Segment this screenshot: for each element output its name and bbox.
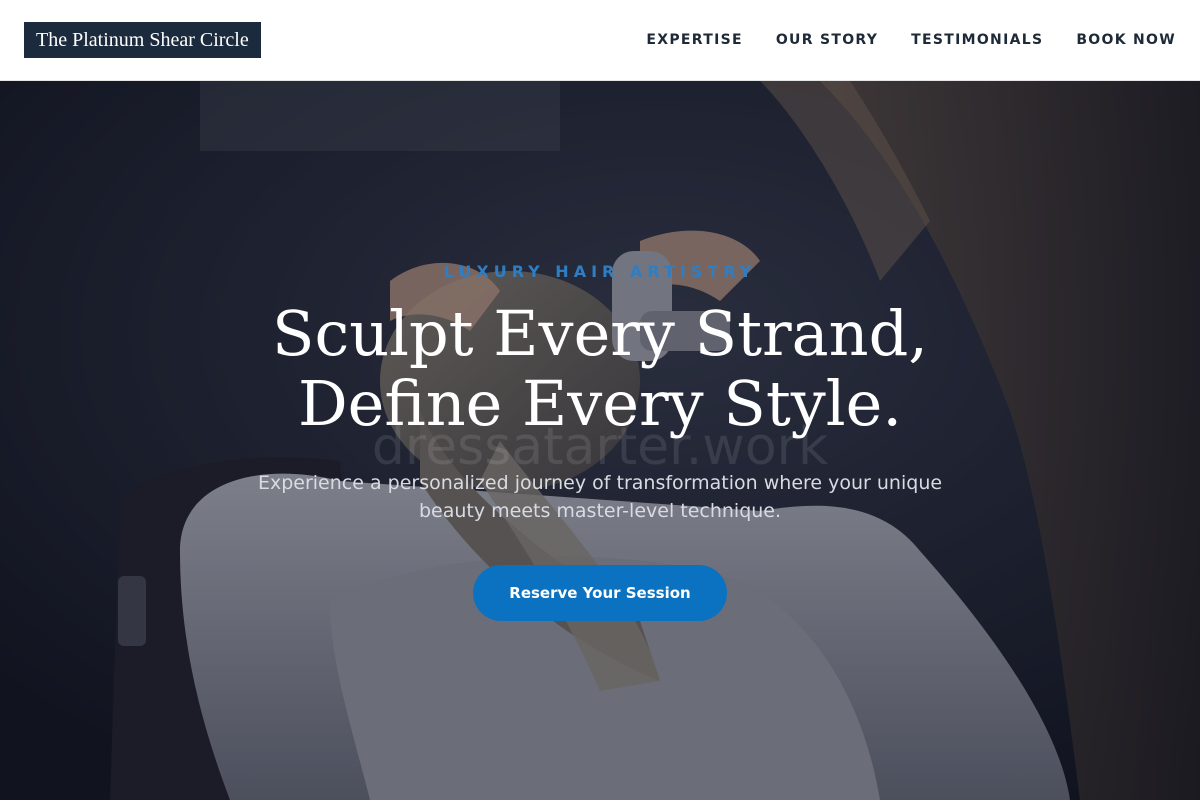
hero-headline-line-2: Define Every Style. [297,367,903,440]
hero-subtext: Experience a personalized journey of tra… [257,472,943,522]
nav-link-expertise[interactable]: EXPERTISE [646,32,742,48]
reserve-session-button[interactable]: Reserve Your Session [473,565,727,621]
hero-eyebrow: LUXURY HAIR ARTISTRY [443,262,757,281]
nav-link-our-story[interactable]: OUR STORY [776,32,878,48]
hero-headline: Sculpt Every Strand, Define Every Style. [150,299,1050,439]
nav-link-testimonials[interactable]: TESTIMONIALS [911,32,1043,48]
site-header: The Platinum Shear Circle EXPERTISE OUR … [0,0,1200,81]
hero-headline-line-1: Sculpt Every Strand, [272,297,928,370]
hero-section: dressatarter.work LUXURY HAIR ARTISTRY S… [0,81,1200,800]
nav-link-book-now[interactable]: BOOK NOW [1076,32,1176,48]
main-nav: EXPERTISE OUR STORY TESTIMONIALS BOOK NO… [646,0,1176,80]
site-logo[interactable]: The Platinum Shear Circle [24,22,261,58]
